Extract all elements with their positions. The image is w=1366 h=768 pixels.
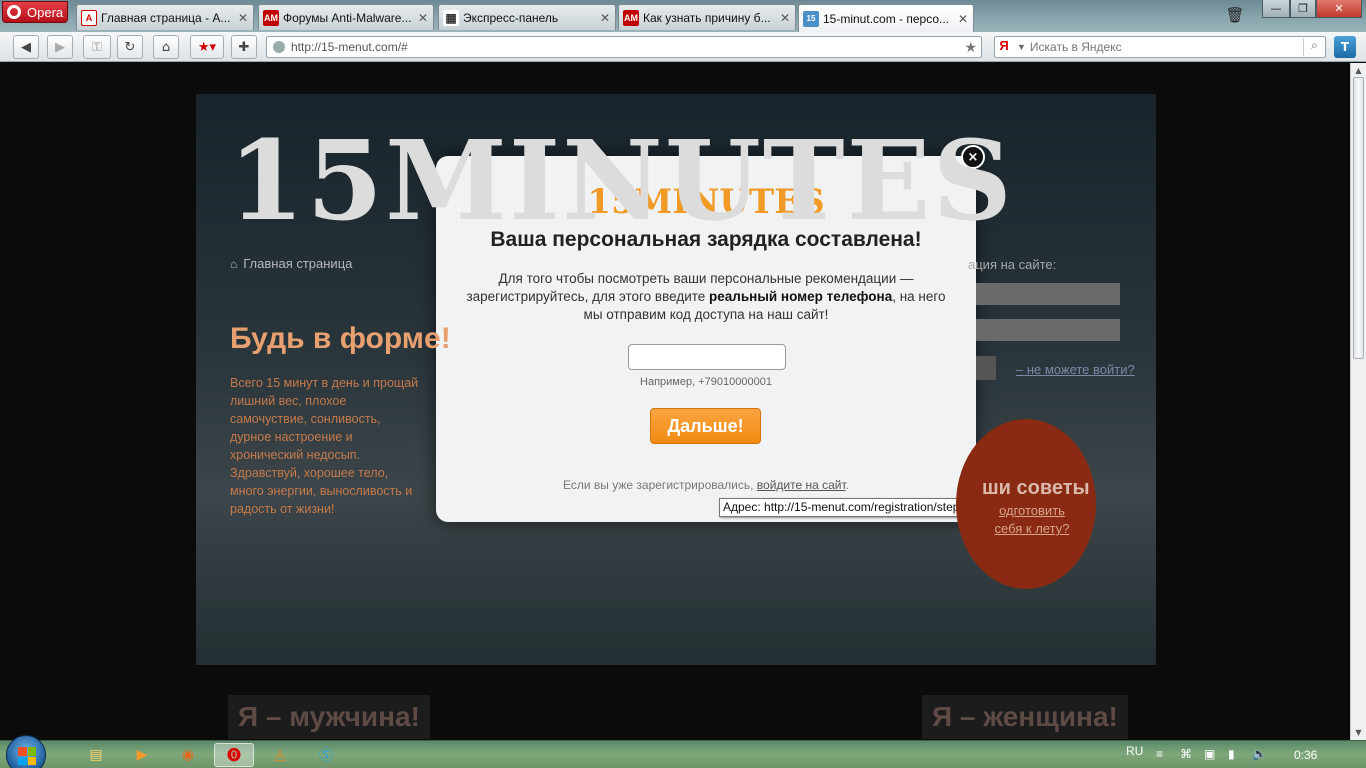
site-login-label: ация на сайте: [968,257,1057,272]
close-window-button[interactable]: ✕ [1316,0,1362,18]
media-player-icon[interactable]: ▶ [122,743,162,767]
address-bar[interactable]: http://15-menut.com/# ★ [266,36,982,58]
device-icon[interactable]: ▣ [1204,747,1215,761]
scroll-down-icon[interactable]: ▼ [1351,725,1366,740]
trash-icon[interactable]: 🗑 [1224,4,1246,26]
site-password-field[interactable] [976,319,1120,341]
site-tips-title: ши советы [982,477,1090,499]
site-man-button[interactable]: Я – мужчина! [228,695,430,739]
tab-title: 15-minut.com - персо... [823,11,950,26]
tab-speed-dial[interactable]: ▦ Экспресс-панель ✕ [438,4,616,30]
site-icon: 15 [803,10,819,27]
minimize-button[interactable]: — [1262,0,1290,18]
globe-icon [273,41,285,53]
phone-hint: Например, +79010000001 [640,376,772,388]
star-icon[interactable]: ★ [964,39,981,56]
forward-button[interactable]: ▶ [47,35,73,59]
home-link-label: Главная страница [243,256,353,271]
avira-icon: A [81,9,97,26]
site-big-title: 15MINUTES [228,116,1014,245]
am-icon: AM [263,9,279,26]
tab-avira[interactable]: A Главная страница - A... ✕ [76,4,254,30]
footer-text: . [845,478,849,492]
site-login-field[interactable] [976,283,1120,305]
address-url[interactable]: http://15-menut.com/# [291,40,958,54]
back-button[interactable]: ◀ [13,35,39,59]
windows-logo-icon [18,747,36,765]
skype-icon[interactable]: Ⓢ [306,743,346,767]
link-tooltip: Адрес: http://15-menut.com/registration/… [719,498,971,517]
taskbar-clock[interactable]: 0:36 [1294,748,1317,762]
phone-input[interactable] [628,344,786,370]
am-icon: AM [623,9,639,26]
reload-icon: ↻ [124,39,136,55]
search-icon[interactable]: ⌕ [1303,38,1325,56]
firefox-icon[interactable]: ◉ [168,743,208,767]
vertical-scrollbar[interactable]: ▲ ▼ [1350,63,1366,740]
tab-title: Главная страница - A... [101,10,231,25]
scroll-up-icon[interactable]: ▲ [1351,63,1366,78]
windows-taskbar: ▤ ▶ ◉ ⓿ ◬ Ⓢ RU ≡ ⌘ ▣ ▮ 🔈 0:36 [0,735,1366,768]
close-tab-icon[interactable]: ✕ [599,11,611,25]
restore-button[interactable]: ❐ [1290,0,1316,18]
scroll-thumb[interactable] [1353,77,1364,359]
key-icon: ⚿ [92,39,102,55]
modal-text-bold: реальный номер телефона [709,289,893,304]
modal-text: Для того чтобы посмотреть ваши персональ… [464,270,948,324]
site-home-link[interactable]: ⌂ Главная страница [230,256,352,271]
arrow-right-icon: ▶ [55,39,65,55]
panel-toggle-icon[interactable]: T [1334,36,1356,58]
next-button[interactable]: Дальше! [650,408,761,444]
tab-title: Форумы Anti-Malware... [283,10,412,25]
arrow-left-icon: ◀ [21,39,31,55]
explorer-icon[interactable]: ▤ [76,743,116,767]
opera-icon[interactable]: ⓿ [214,743,254,767]
close-tab-icon[interactable]: ✕ [779,11,791,25]
tab-title: Экспресс-панель [463,10,559,25]
opera-logo-icon [7,5,21,19]
site-tips-link[interactable]: одготовить себя к лету? [984,502,1080,538]
close-tab-icon[interactable]: ✕ [417,11,429,25]
language-indicator[interactable]: RU [1126,744,1143,758]
search-box[interactable]: Я ▼ ⌕ [994,36,1326,58]
reload-button[interactable]: ↻ [117,35,143,59]
site-fit-heading: Будь в форме! [230,322,451,355]
opera-menu-button[interactable]: Opera [2,1,68,23]
site-forgot-link[interactable]: – не можете войти? [1016,362,1135,377]
site-description: Всего 15 минут в день и прощай лишний ве… [230,376,419,516]
home-icon: ⌂ [230,256,238,271]
spotify-icon[interactable]: ≡ [1156,747,1163,761]
new-tab-button[interactable]: ✚ [231,35,257,59]
opera-menu-label: Opera [27,4,64,20]
close-tab-icon[interactable]: ✕ [957,12,969,26]
tab-title: Как узнать причину б... [643,10,771,25]
volume-icon[interactable]: 🔈 [1252,747,1267,761]
wand-button[interactable]: ⚿ [83,35,111,59]
search-input[interactable] [1029,40,1299,54]
home-button[interactable]: ⌂ [153,35,179,59]
bookmarks-button[interactable]: ★▾ [190,35,224,59]
close-tab-icon[interactable]: ✕ [237,11,249,25]
footer-text: Если вы уже зарегистрировались, [563,478,757,492]
network-icon[interactable]: ▮ [1228,747,1235,761]
bookmark-star-icon: ★▾ [197,39,217,55]
plus-icon: ✚ [238,39,250,55]
browser-title-bar: Opera A Главная страница - A... ✕ AM Фор… [0,0,1366,32]
bluetooth-icon[interactable]: ⌘ [1180,747,1192,761]
site-woman-button[interactable]: Я – женщина! [922,695,1128,739]
site-login-button[interactable] [976,356,996,380]
tab-how-to-find-cause[interactable]: AM Как узнать причину б... ✕ [618,4,796,30]
tab-15-minut-active[interactable]: 15 15-minut.com - персо... ✕ [798,4,974,32]
tab-anti-malware-forums[interactable]: AM Форумы Anti-Malware... ✕ [258,4,434,30]
modal-footer: Если вы уже зарегистрировались, войдите … [436,478,976,492]
chevron-down-icon[interactable]: ▼ [1017,42,1026,52]
speed-dial-icon: ▦ [443,9,459,26]
avast-icon[interactable]: ◬ [260,743,300,767]
yandex-icon[interactable]: Я [995,38,1013,56]
home-icon: ⌂ [161,39,171,55]
start-button[interactable] [6,735,46,768]
login-link[interactable]: войдите на сайт [757,478,846,492]
browser-toolbar: ◀ ▶ ⚿ ↻ ⌂ ★▾ ✚ http://15-menut.com/# ★ Я… [0,32,1366,62]
